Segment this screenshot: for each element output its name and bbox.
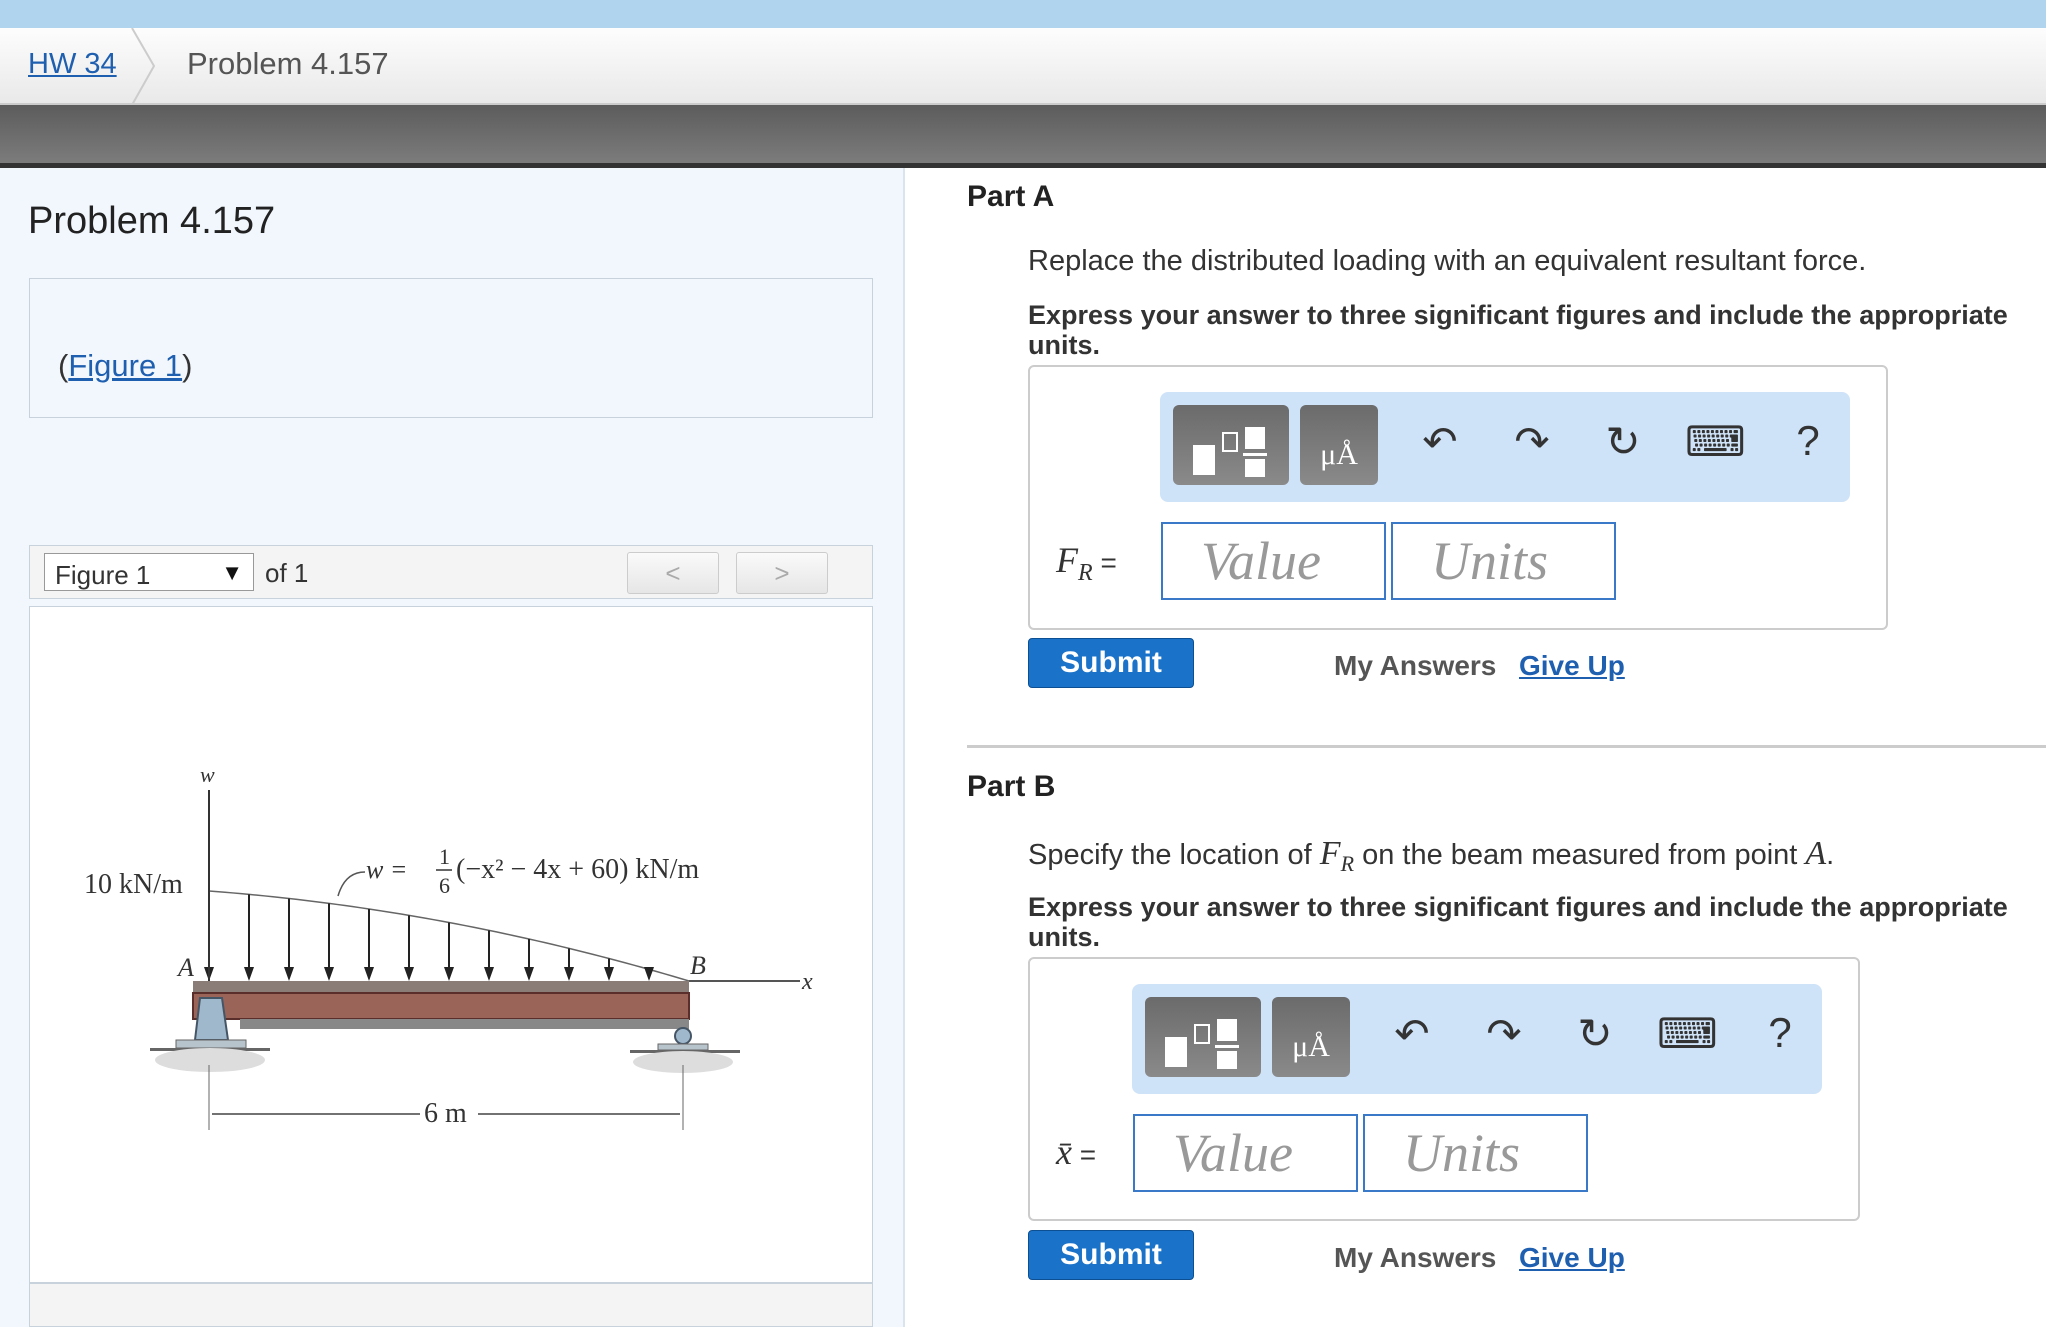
load-arrowhead xyxy=(564,967,574,981)
load-arrowhead xyxy=(404,967,414,981)
part-a-prompt: Replace the distributed loading with an … xyxy=(1028,245,1867,277)
beam-flange xyxy=(193,981,689,993)
distributed-load xyxy=(204,890,690,982)
eq-lhs: w = xyxy=(366,855,407,884)
part-a-answer-box: μÅ ↶ ↷ ↻ ⌨ ? FR = Value Units xyxy=(1028,365,1888,630)
a: A xyxy=(1805,835,1827,872)
submit-button[interactable]: Submit xyxy=(1028,1230,1194,1280)
x-axis-label: x xyxy=(801,969,813,995)
part-b-instruction: Express your answer to three significant… xyxy=(1028,892,2008,952)
xbar-label: x̄ = xyxy=(1056,1131,1096,1173)
reset-icon[interactable]: ↻ xyxy=(1565,1009,1625,1058)
units-button[interactable]: μÅ xyxy=(1300,405,1378,485)
templates-icon xyxy=(1165,1019,1239,1069)
value-input[interactable]: Value xyxy=(1161,522,1386,600)
math-toolbar: μÅ ↶ ↷ ↻ ⌨ ? xyxy=(1160,392,1850,502)
r: R xyxy=(1078,560,1093,587)
load-arrowhead xyxy=(244,967,254,981)
value-input[interactable]: Value xyxy=(1133,1114,1358,1192)
t: Specify the location of xyxy=(1028,839,1320,871)
roller-support xyxy=(674,1027,692,1045)
span-label: 6 m xyxy=(424,1098,467,1129)
part-b-answer-box: μÅ ↶ ↷ ↻ ⌨ ? x̄ = Value Units xyxy=(1028,957,1860,1221)
beam-bottom-flange xyxy=(240,1019,689,1029)
roller-base xyxy=(657,1043,709,1051)
give-up-link[interactable]: Give Up xyxy=(1519,650,1625,682)
w-axis-label: w xyxy=(200,762,215,787)
help-icon[interactable]: ? xyxy=(1778,417,1838,465)
fr-label: FR = xyxy=(1056,539,1117,587)
templates-button[interactable] xyxy=(1173,405,1289,485)
my-answers-link[interactable]: My Answers xyxy=(1334,650,1496,682)
load-arrowhead xyxy=(444,967,454,981)
xbar: x̄ xyxy=(1056,1132,1072,1172)
beam-figure: w 10 kN/m w = 1 6 (−x² − 4x + 60) kN/m x… xyxy=(84,762,813,1130)
beam xyxy=(192,992,690,1020)
redo-icon[interactable]: ↷ xyxy=(1474,1009,1534,1058)
part-a-title: Part A xyxy=(967,180,1055,213)
load-arrowhead xyxy=(284,967,294,981)
eq-rhs: (−x² − 4x + 60) kN/m xyxy=(456,854,699,885)
r: R xyxy=(1340,850,1355,876)
load-arrowhead xyxy=(484,967,494,981)
undo-icon[interactable]: ↶ xyxy=(1382,1009,1442,1058)
f: F xyxy=(1056,540,1078,580)
load-arrowhead xyxy=(604,967,614,981)
pin-base xyxy=(175,1039,247,1049)
eq: = xyxy=(1092,547,1117,578)
eq-leader xyxy=(337,871,366,897)
load-arrowhead xyxy=(644,967,654,981)
load-arrowhead xyxy=(524,967,534,981)
ground-shade xyxy=(155,1048,265,1072)
help-icon[interactable]: ? xyxy=(1750,1009,1810,1057)
submit-button[interactable]: Submit xyxy=(1028,638,1194,688)
units-input[interactable]: Units xyxy=(1391,522,1616,600)
give-up-link[interactable]: Give Up xyxy=(1519,1242,1625,1274)
templates-icon xyxy=(1193,427,1267,477)
templates-button[interactable] xyxy=(1145,997,1261,1077)
eq-num: 1 xyxy=(439,844,450,869)
pin-support xyxy=(193,997,230,1041)
undo-icon[interactable]: ↶ xyxy=(1410,417,1470,466)
my-answers-link[interactable]: My Answers xyxy=(1334,1242,1496,1274)
part-b-prompt: Specify the location of FR on the beam m… xyxy=(1028,835,1834,877)
redo-icon[interactable]: ↷ xyxy=(1502,417,1562,466)
t: . xyxy=(1826,839,1835,871)
part-a-instruction: Express your answer to three significant… xyxy=(1028,300,2008,360)
part-b-title: Part B xyxy=(967,770,1056,803)
point-b-label: B xyxy=(690,951,706,980)
reset-icon[interactable]: ↻ xyxy=(1593,417,1653,466)
units-input[interactable]: Units xyxy=(1363,1114,1588,1192)
load-label: 10 kN/m xyxy=(84,869,183,900)
f: F xyxy=(1319,835,1341,872)
eq-den: 6 xyxy=(439,873,450,898)
load-arrowhead xyxy=(324,967,334,981)
keyboard-icon[interactable]: ⌨ xyxy=(1685,417,1746,466)
eq: = xyxy=(1071,1139,1097,1170)
t: on the beam measured from point xyxy=(1354,839,1806,871)
point-a-label: A xyxy=(176,953,194,982)
units-button[interactable]: μÅ xyxy=(1272,997,1350,1077)
divider xyxy=(967,745,2046,748)
load-arrowhead xyxy=(364,967,374,981)
math-toolbar: μÅ ↶ ↷ ↻ ⌨ ? xyxy=(1132,984,1822,1094)
keyboard-icon[interactable]: ⌨ xyxy=(1657,1009,1718,1058)
